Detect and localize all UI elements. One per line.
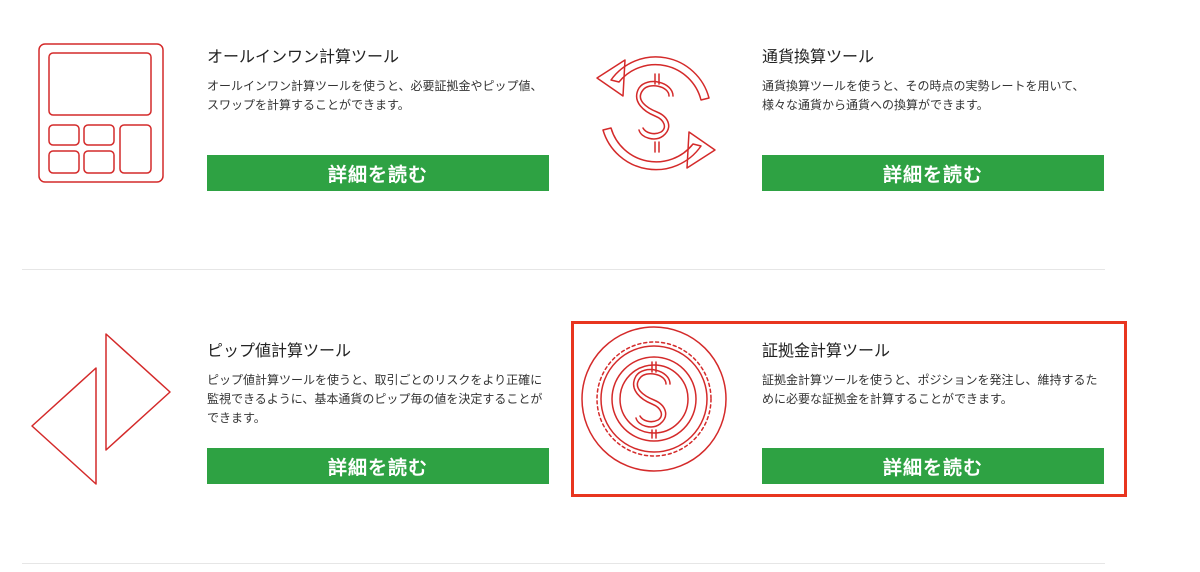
- tool-pip-value: ピップ値計算ツール ピップ値計算ツールを使うと、取引ごとのリスクをより正確に監視…: [22, 332, 582, 572]
- calculator-icon: [38, 43, 164, 187]
- selection-highlight: [571, 321, 1127, 497]
- tool-title: オールインワン計算ツール: [207, 47, 400, 66]
- tool-description: ピップ値計算ツールを使うと、取引ごとのリスクをより正確に監視できるように、基本通…: [207, 373, 543, 425]
- pip-arrows-icon: [30, 332, 172, 490]
- divider: [22, 563, 1105, 564]
- tool-currency-converter: 通貨換算ツール 通貨換算ツールを使うと、その時点の実勢レートを用いて、様々な通貨…: [577, 38, 1137, 278]
- tool-title: ピップ値計算ツール: [207, 341, 352, 360]
- currency-exchange-icon: [589, 38, 723, 194]
- tool-title: 通貨換算ツール: [762, 47, 875, 66]
- tool-description: 通貨換算ツールを使うと、その時点の実勢レートを用いて、様々な通貨から通貨への換算…: [762, 79, 1085, 112]
- tool-description: オールインワン計算ツールを使うと、必要証拠金やピップ値、スワップを計算することが…: [207, 79, 543, 112]
- read-more-button[interactable]: 詳細を読む: [762, 155, 1104, 191]
- read-more-button[interactable]: 詳細を読む: [207, 448, 549, 484]
- divider: [22, 269, 1105, 270]
- read-more-button[interactable]: 詳細を読む: [207, 155, 549, 191]
- tool-all-in-one: オールインワン計算ツール オールインワン計算ツールを使うと、必要証拠金やピップ値…: [22, 38, 582, 278]
